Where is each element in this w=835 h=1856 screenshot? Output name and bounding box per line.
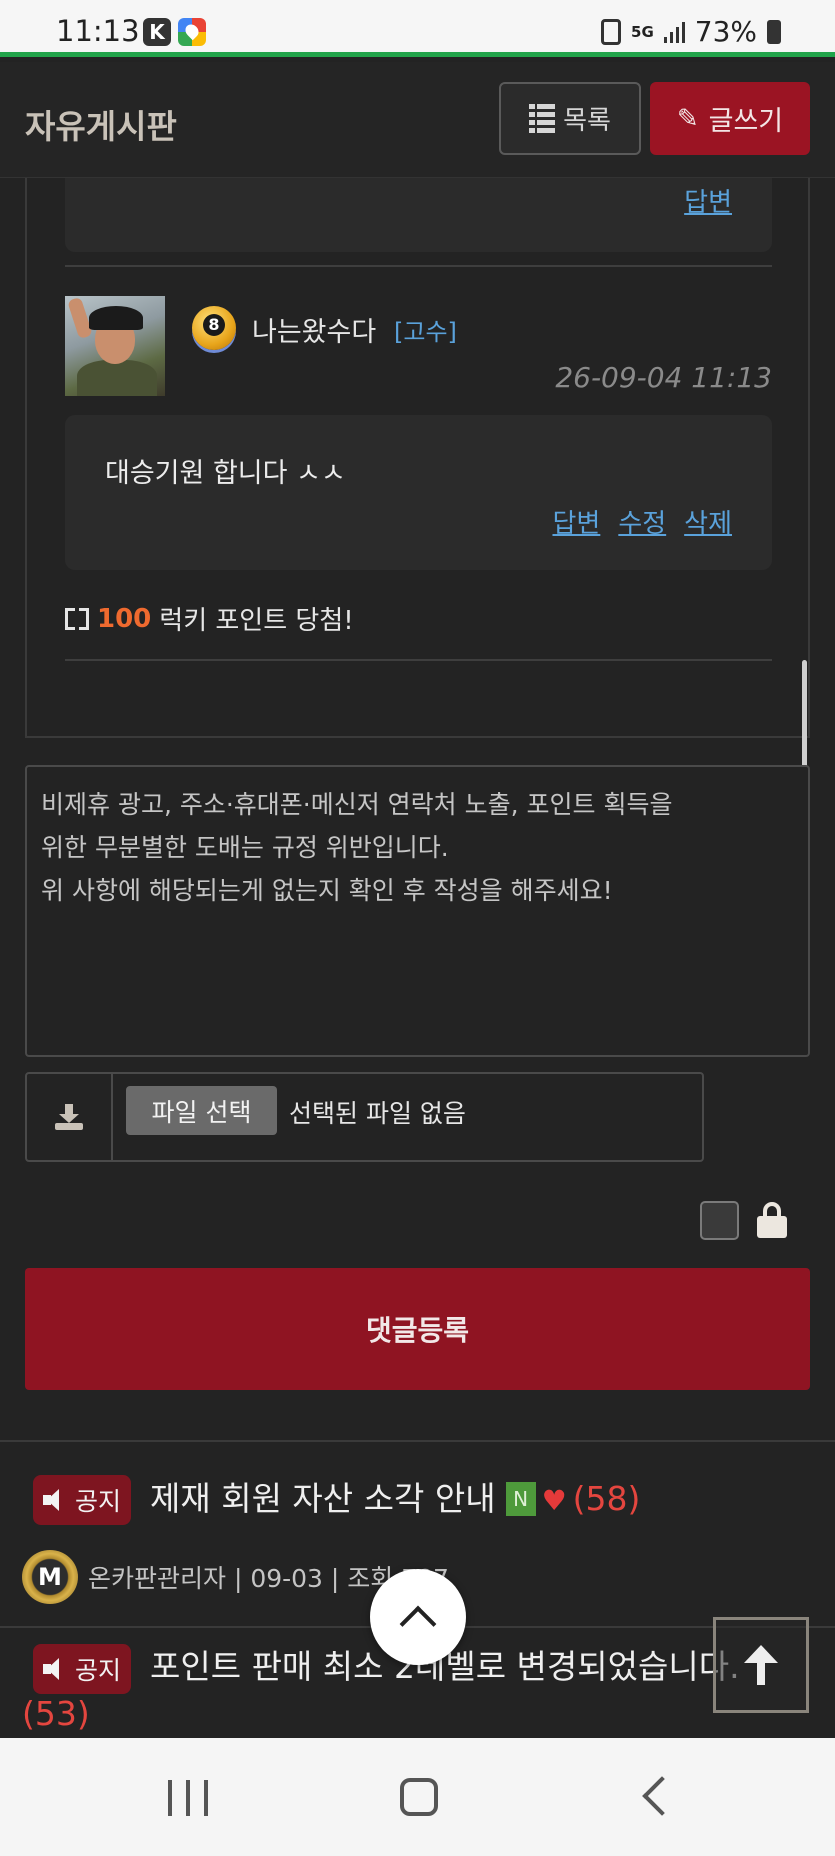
speaker-icon — [41, 1487, 71, 1513]
divider — [65, 659, 772, 661]
level-badge-icon: 8 — [192, 306, 236, 350]
lucky-point-value: 100 — [97, 603, 152, 634]
recents-icon[interactable] — [168, 1780, 208, 1816]
notice-badge: 공지 — [33, 1644, 132, 1694]
list-button[interactable]: 목록 — [499, 82, 641, 155]
network-5g-icon: 5G — [631, 22, 654, 41]
list-button-label: 목록 — [563, 106, 611, 136]
submit-comment-button[interactable]: 댓글등록 — [25, 1268, 810, 1390]
previous-reply-link[interactable]: 답변 — [684, 182, 732, 219]
comment-input[interactable]: 비제휴 광고, 주소·휴대폰·메신저 연락처 노출, 포인트 획득을 위한 무분… — [25, 765, 810, 1057]
gift-icon — [65, 607, 89, 630]
download-icon — [55, 1104, 83, 1130]
new-badge: N — [505, 1482, 536, 1516]
comment-text: 대승기원 합니다 ㅅㅅ — [105, 458, 346, 489]
heart-icon: ♥ — [541, 1484, 567, 1517]
edit-link[interactable]: 수정 — [618, 503, 666, 540]
notice-title[interactable]: 제재 회원 자산 소각 안내 N ♥ (58) — [150, 1472, 640, 1520]
page-title: 자유게시판 — [25, 107, 177, 146]
speaker-icon — [41, 1656, 71, 1682]
signal-icon — [663, 21, 685, 43]
board-header: 자유게시판 목록 ✎ 글쓰기 — [0, 62, 835, 178]
go-top-button[interactable] — [713, 1617, 809, 1713]
status-right: 5G 73% — [601, 15, 781, 48]
placeholder-line: 위한 무분별한 도배는 규정 위반입니다. — [41, 833, 449, 862]
comment-actions: 답변 수정 삭제 — [552, 503, 732, 540]
author-rank: [고수] — [394, 318, 457, 346]
write-button-label: 글쓰기 — [708, 106, 784, 137]
write-button[interactable]: ✎ 글쓰기 — [650, 82, 810, 155]
battery-percent: 73% — [694, 15, 757, 48]
notice-list: 공지 제재 회원 자산 소각 안내 N ♥ (58) M 온카판관리자 | 09-03… — [0, 1440, 835, 1733]
manager-badge-icon: M — [22, 1550, 78, 1604]
comment-body: 대승기원 합니다 ㅅㅅ 답변 수정 삭제 — [65, 415, 772, 570]
lucky-point-text: 럭키 포인트 당첨! — [159, 606, 354, 636]
arrow-up-icon — [744, 1645, 778, 1685]
notice-count-line: (53) — [22, 1694, 90, 1733]
comment-count: (53) — [22, 1694, 90, 1733]
file-select-button[interactable]: 파일 선택 — [126, 1086, 277, 1135]
avatar[interactable] — [65, 296, 165, 396]
kakao-icon: K — [143, 18, 171, 46]
list-icon — [529, 104, 556, 133]
file-status: 선택된 파일 없음 — [289, 1099, 466, 1128]
scroll-top-fab[interactable] — [370, 1569, 466, 1665]
maps-icon — [178, 18, 206, 46]
back-icon[interactable] — [642, 1776, 682, 1816]
secret-checkbox[interactable] — [700, 1201, 739, 1240]
notice-badge: 공지 — [33, 1475, 132, 1525]
divider — [65, 265, 772, 267]
delete-link[interactable]: 삭제 — [684, 503, 732, 540]
previous-comment-box: 답변 — [65, 178, 772, 252]
status-time: 11:13 — [56, 14, 140, 48]
lucky-point-notice: 100 럭키 포인트 당첨! — [65, 600, 354, 637]
placeholder-line: 위 사항에 해당되는게 없는지 확인 후 작성을 해주세요! — [41, 876, 613, 905]
lock-icon — [757, 1202, 787, 1238]
placeholder-line: 비제휴 광고, 주소·휴대폰·메신저 연락처 노출, 포인트 획득을 — [41, 790, 673, 819]
comment-panel: 답변 8 나는왔수다 [고수] 26-09-04 11:13 대승기원 합니다 … — [25, 178, 810, 738]
battery-icon — [767, 19, 781, 44]
file-icon-cell — [27, 1074, 113, 1160]
pencil-icon: ✎ — [676, 103, 699, 134]
navigation-bar — [0, 1738, 835, 1856]
home-icon[interactable] — [400, 1778, 438, 1816]
comment-author[interactable]: 나는왔수다 — [252, 310, 376, 349]
comment-date: 26-09-04 11:13 — [555, 361, 772, 394]
comment-count: (58) — [572, 1479, 641, 1518]
recycle-icon — [601, 18, 622, 45]
file-input: 파일 선택 선택된 파일 없음 — [25, 1072, 704, 1162]
reply-link[interactable]: 답변 — [552, 503, 600, 540]
chevron-up-icon — [399, 1605, 437, 1643]
status-bar: 11:13 K 5G 73% — [0, 0, 835, 57]
